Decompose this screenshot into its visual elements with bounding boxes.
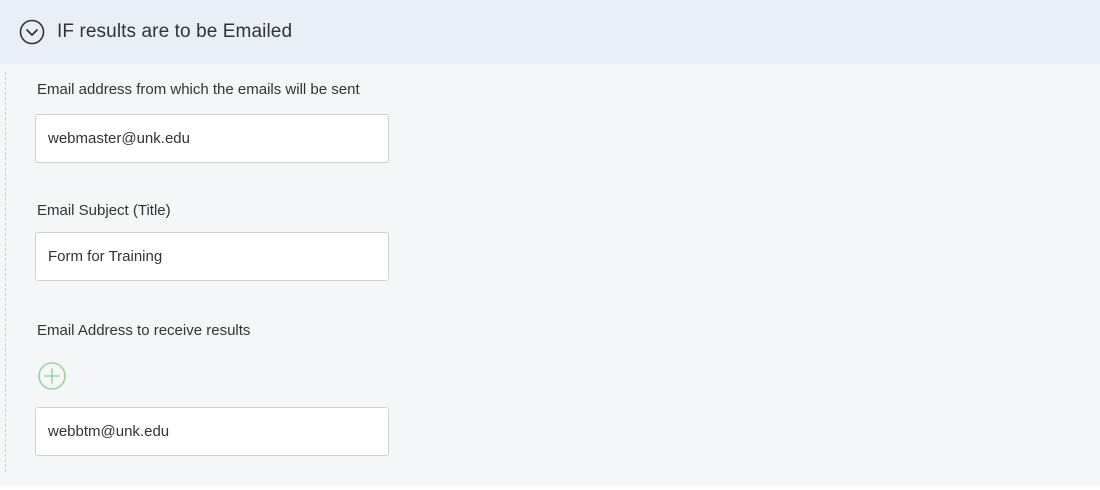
add-recipient-button[interactable] [35, 361, 69, 395]
chevron-down-circle-icon[interactable] [18, 18, 46, 46]
section-body: Email address from which the emails will… [0, 64, 1100, 486]
email-results-panel: IF results are to be Emailed Email addre… [0, 0, 1100, 490]
section-title: IF results are to be Emailed [57, 21, 293, 42]
recipient-email-input[interactable] [35, 407, 389, 456]
plus-circle-icon [37, 361, 67, 396]
subject-input[interactable] [35, 232, 389, 281]
section-indent-rule [5, 72, 6, 472]
subject-label: Email Subject (Title) [37, 202, 171, 219]
section-header-email-results[interactable]: IF results are to be Emailed [0, 0, 1100, 64]
from-email-label: Email address from which the emails will… [37, 81, 360, 98]
recipients-label: Email Address to receive results [37, 322, 251, 339]
from-email-input[interactable] [35, 114, 389, 163]
